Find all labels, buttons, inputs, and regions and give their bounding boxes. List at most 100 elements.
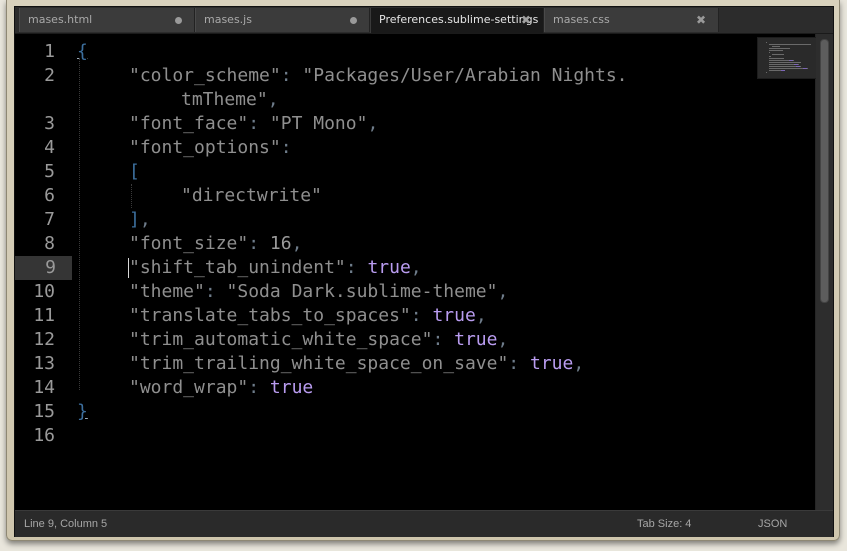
tab-bar: mases.html mases.js Preferences.sublime-… [15, 7, 833, 34]
editor-area[interactable]: 1 2 3 4 5 6 7 8 9 10 11 12 13 14 15 16 {"color_scheme":… [15, 34, 817, 510]
scrollbar-thumb[interactable] [820, 39, 829, 303]
code-line: "theme": "Soda Dark.sublime-theme", [129, 280, 508, 304]
minimap-mark [766, 72, 767, 73]
tab-mases-css[interactable]: mases.css ✖ [544, 8, 719, 32]
code-token: : [508, 353, 530, 374]
line-number: 2 [15, 64, 71, 88]
code-token: "trim_automatic_white_space" [129, 329, 433, 350]
code-token: "font_size" [129, 233, 249, 254]
line-number: 5 [15, 160, 71, 184]
line-number: 1 [15, 40, 71, 64]
code-token: } [77, 401, 88, 422]
minimap-mark [769, 48, 779, 49]
close-icon[interactable]: ✖ [696, 8, 706, 32]
tab-mases-html[interactable]: mases.html [19, 8, 195, 32]
indent-guide [79, 58, 80, 390]
code-token: 16 [269, 233, 292, 254]
line-number-text: 2 [44, 65, 55, 86]
tab-mases-js[interactable]: mases.js [195, 8, 370, 32]
line-number-text: 13 [33, 353, 55, 374]
line-number-text: 6 [44, 185, 55, 206]
code-line: "font_options": [129, 136, 292, 160]
line-number-text: 4 [44, 137, 55, 158]
minimap-mark [769, 70, 779, 71]
minimap-mark [800, 66, 801, 67]
code-line: "translate_tabs_to_spaces": true, [129, 304, 487, 328]
code-token: true [454, 329, 498, 350]
minimap-mark [769, 58, 779, 59]
line-number [15, 88, 71, 112]
code-token: , [139, 209, 151, 230]
code-line: "directwrite" [181, 184, 322, 208]
line-number-text: 16 [33, 425, 55, 446]
code-token: "directwrite" [181, 185, 322, 206]
tab-preferences-sublime-settings[interactable]: Preferences.sublime-settings ✖ [370, 8, 544, 33]
minimap-mark [781, 70, 785, 71]
code-line: } [77, 400, 88, 424]
syntax-indicator[interactable]: JSON [758, 511, 787, 537]
code-line: "color_scheme": "Packages/User/Arabian N… [129, 64, 628, 88]
minimap-mark [769, 60, 787, 61]
code-token: , [497, 281, 509, 302]
tab-label: mases.js [204, 13, 252, 26]
line-number: 8 [15, 232, 71, 256]
minimap-mark [777, 62, 800, 63]
code-token: "Packages/User/Arabian Nights. [302, 65, 628, 86]
code-view[interactable]: {"color_scheme": "Packages/User/Arabian … [77, 34, 815, 510]
tab-size-indicator[interactable]: Tab Size: 4 [637, 511, 691, 537]
line-number-gutter: 1 2 3 4 5 6 7 8 9 10 11 12 13 14 15 16 [15, 34, 73, 510]
line-number-text: 10 [33, 281, 55, 302]
minimap-mark [772, 46, 779, 47]
dot-icon[interactable] [350, 8, 357, 32]
minimap-mark [807, 68, 808, 69]
code-token: "font_face" [129, 113, 249, 134]
code-token: tmTheme" [181, 89, 268, 110]
tab-label: mases.html [28, 13, 93, 26]
code-token: true [367, 257, 411, 278]
close-icon[interactable]: ✖ [521, 8, 531, 32]
code-token: : [280, 137, 292, 158]
code-token: ] [129, 209, 140, 230]
code-token: true [432, 305, 476, 326]
code-token: : [248, 113, 270, 134]
line-number: 14 [15, 376, 71, 400]
minimap-mark [769, 44, 782, 45]
code-token: : [280, 65, 303, 86]
code-line: tmTheme", [181, 88, 279, 112]
minimap-mark [769, 64, 792, 65]
code-token: , [475, 305, 487, 326]
dot-icon[interactable] [175, 8, 182, 32]
code-line: "font_size": 16, [129, 232, 302, 256]
code-line: "trim_trailing_white_space_on_save": tru… [129, 352, 584, 376]
code-line: "trim_automatic_white_space": true, [129, 328, 508, 352]
code-token: "shift_tab_unindent" [129, 257, 346, 278]
tab-label: mases.css [553, 13, 610, 26]
code-token: true [269, 377, 314, 398]
code-token: "Soda Dark.sublime-theme" [226, 281, 498, 302]
code-line: "shift_tab_unindent": true, [129, 256, 422, 280]
minimap-mark [769, 50, 782, 51]
line-number-text: 5 [44, 161, 55, 182]
code-token: , [573, 353, 585, 374]
code-token: : [432, 329, 455, 350]
line-number: 3 [15, 112, 71, 136]
line-number-text: 14 [33, 377, 55, 398]
line-number: 9 [15, 256, 72, 280]
line-number: 15 [15, 400, 71, 424]
code-token: : [204, 281, 227, 302]
minimap[interactable] [757, 37, 817, 79]
code-line: "word_wrap": true [129, 376, 313, 400]
vertical-scrollbar[interactable] [816, 34, 833, 510]
line-number-text: 7 [44, 209, 55, 230]
line-number: 7 [15, 208, 71, 232]
indent-guide [131, 184, 132, 208]
code-line: ], [129, 208, 151, 232]
minimap-mark [793, 60, 794, 61]
line-number: 10 [15, 280, 71, 304]
line-number: 4 [15, 136, 71, 160]
status-bar: Line 9, Column 5 Tab Size: 4 JSON [15, 510, 833, 537]
code-token: "word_wrap" [129, 377, 249, 398]
code-token: : [248, 377, 270, 398]
minimap-mark [769, 68, 801, 69]
line-number-text: 1 [44, 41, 55, 62]
